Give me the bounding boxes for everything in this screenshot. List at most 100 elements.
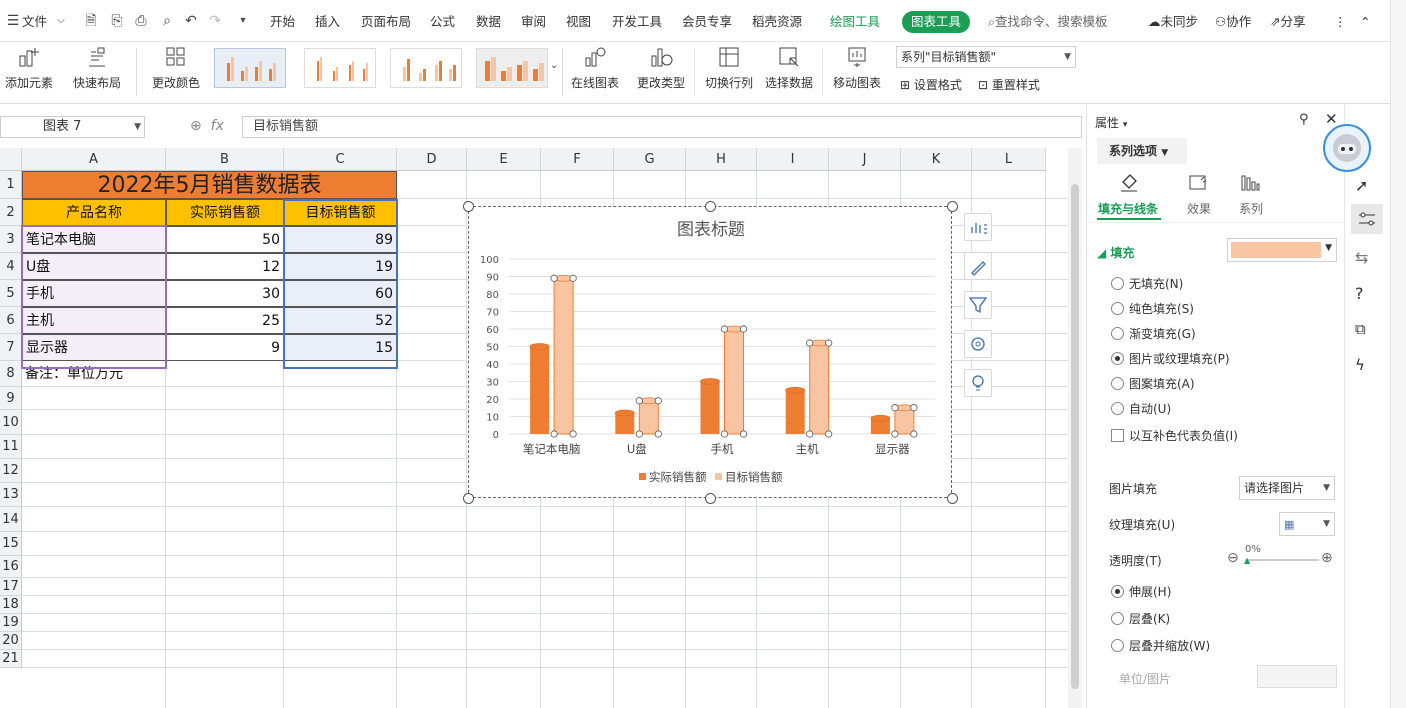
customize-toolbar-icon[interactable]: ▾ <box>234 12 252 30</box>
reset-style-button[interactable]: ⊡ 重置样式 <box>978 76 1040 93</box>
row-header-11[interactable]: 11 <box>0 435 22 459</box>
vertical-scrollbar[interactable] <box>1068 148 1082 708</box>
resize-handle-br[interactable] <box>947 493 958 504</box>
transparency-increase-icon[interactable]: ⊕ <box>1321 550 1333 566</box>
tab-review[interactable]: 审阅 <box>521 12 546 32</box>
texture-fill-select[interactable]: ▦ ▼ <box>1279 512 1335 536</box>
subtab-fill-line[interactable]: 填充与线条 <box>1098 200 1158 217</box>
subtab-series[interactable]: 系列 <box>1239 200 1263 217</box>
name-box[interactable]: 图表 7 ▼ <box>0 116 145 138</box>
column-header-c[interactable]: C <box>284 148 397 171</box>
column-header-a[interactable]: A <box>22 148 166 171</box>
column-header-j[interactable]: J <box>829 148 901 171</box>
resize-handle-b[interactable] <box>705 493 716 504</box>
collab-button[interactable]: ⚇协作 <box>1215 12 1251 32</box>
select-all-corner[interactable] <box>0 148 22 171</box>
chart-style-4[interactable] <box>476 48 548 88</box>
fill-option-label[interactable]: 图片或纹理填充(P) <box>1129 350 1230 367</box>
lightning-icon[interactable]: ϟ <box>1355 356 1381 382</box>
tab-chart-tools[interactable]: 图表工具 <box>902 11 970 33</box>
save-icon[interactable]: 🗎 <box>82 12 100 30</box>
chart-style-2[interactable] <box>304 48 376 88</box>
tab-member[interactable]: 会员专享 <box>682 12 732 32</box>
chart-ideas-tool[interactable] <box>964 369 992 397</box>
column-header-f[interactable]: F <box>541 148 614 171</box>
chart-settings-tool[interactable] <box>964 330 992 358</box>
tab-page-layout[interactable]: 页面布局 <box>361 12 411 32</box>
stretch-option-radio[interactable] <box>1111 585 1124 598</box>
chart-style-1[interactable] <box>214 48 286 88</box>
row-header-5[interactable]: 5 <box>0 280 22 307</box>
row-header-9[interactable]: 9 <box>0 387 22 410</box>
row-header-21[interactable]: 21 <box>0 650 22 668</box>
panel-title[interactable]: 属性 ▾ <box>1095 114 1127 131</box>
tab-series-options[interactable]: 系列选项 ▼ <box>1097 138 1187 164</box>
chart-style-3[interactable] <box>390 48 462 88</box>
print-icon[interactable]: ⎙ <box>132 12 150 30</box>
formula-input[interactable]: 目标销售额 <box>242 116 1082 138</box>
tab-data[interactable]: 数据 <box>476 12 501 32</box>
menu-file[interactable]: 文件 <box>22 12 47 32</box>
stretch-option-label[interactable]: 伸展(H) <box>1129 583 1171 600</box>
row-header-13[interactable]: 13 <box>0 483 22 507</box>
command-search[interactable]: ⌕查找命令、搜索模板 <box>988 12 1108 32</box>
fill-option-radio[interactable] <box>1111 302 1124 315</box>
cursor-icon[interactable]: ➚ <box>1355 176 1381 202</box>
tab-docer[interactable]: 稻壳资源 <box>752 12 802 32</box>
row-header-17[interactable]: 17 <box>0 578 22 596</box>
column-header-k[interactable]: K <box>901 148 972 171</box>
quick-layout-button[interactable]: 快速布局 <box>66 42 128 104</box>
change-type-button[interactable]: 更改类型 <box>632 42 690 104</box>
export-pdf-icon[interactable]: ⎘ <box>108 12 126 30</box>
row-header-7[interactable]: 7 <box>0 334 22 361</box>
chart-title[interactable]: 图表标题 <box>677 220 745 240</box>
resize-handle-t[interactable] <box>705 201 716 212</box>
row-header-15[interactable]: 15 <box>0 532 22 556</box>
pin-icon[interactable]: ⚲ <box>1299 112 1309 127</box>
gallery-more-icon[interactable]: ⌄ <box>550 60 558 71</box>
fill-section-header[interactable]: ◢ 填充 <box>1097 244 1134 261</box>
fill-option-radio[interactable] <box>1111 402 1124 415</box>
tab-insert[interactable]: 插入 <box>315 12 340 32</box>
actual-sales-cell[interactable]: 30 <box>166 280 284 307</box>
fill-option-radio[interactable] <box>1111 377 1124 390</box>
transparency-slider[interactable] <box>1245 559 1319 561</box>
print-preview-icon[interactable]: ⌕ <box>158 12 176 30</box>
unit-per-picture-input[interactable] <box>1257 665 1337 688</box>
row-header-8[interactable]: 8 <box>0 361 22 387</box>
undo-icon[interactable]: ↶ <box>182 12 200 30</box>
tab-home[interactable]: 开始 <box>270 12 295 32</box>
change-color-button[interactable]: 更改颜色 <box>146 42 206 104</box>
scrollbar-thumb[interactable] <box>1071 184 1079 689</box>
collapse-ribbon-icon[interactable]: ⌃ <box>1360 12 1370 32</box>
column-header-g[interactable]: G <box>614 148 686 171</box>
subtab-effects[interactable]: 效果 <box>1187 200 1211 217</box>
slider-thumb[interactable]: ▲ <box>1244 556 1250 565</box>
zoom-icon[interactable]: ⊕ <box>190 118 202 134</box>
column-header-i[interactable]: I <box>757 148 829 171</box>
fill-option-radio[interactable] <box>1111 277 1124 290</box>
row-header-10[interactable]: 10 <box>0 410 22 435</box>
select-data-button[interactable]: 选择数据 <box>760 42 818 104</box>
row-header-6[interactable]: 6 <box>0 307 22 334</box>
chevron-down-icon[interactable]: ⌵ <box>52 12 70 30</box>
fill-option-label[interactable]: 无填充(N) <box>1129 275 1183 292</box>
fill-option-label[interactable]: 图案填充(A) <box>1129 375 1195 392</box>
fill-color-picker[interactable]: ▼ <box>1227 238 1337 262</box>
chart-filter-tool[interactable] <box>964 291 992 319</box>
fill-option-radio[interactable] <box>1111 352 1124 365</box>
set-format-button[interactable]: ⊞ 设置格式 <box>900 76 962 93</box>
invert-negative-checkbox[interactable] <box>1111 429 1124 442</box>
actual-sales-cell[interactable]: 12 <box>166 253 284 280</box>
resize-handle-tl[interactable] <box>463 201 474 212</box>
actual-sales-cell[interactable]: 9 <box>166 334 284 361</box>
fx-icon[interactable]: fx <box>211 118 224 134</box>
hamburger-icon[interactable]: ☰ <box>4 12 22 30</box>
row-header-12[interactable]: 12 <box>0 459 22 483</box>
chart-object[interactable]: 图表标题 0 10 20 30 40 50 60 70 80 90 100 笔记本电脑 U盘 手机 主机 显… <box>468 206 952 498</box>
stretch-option-label[interactable]: 层叠并缩放(W) <box>1129 637 1210 654</box>
fill-option-radio[interactable] <box>1111 327 1124 340</box>
online-chart-button[interactable]: 在线图表 <box>566 42 624 104</box>
help-icon[interactable]: ? <box>1355 284 1381 310</box>
sync-status[interactable]: ☁未同步 <box>1148 12 1198 32</box>
